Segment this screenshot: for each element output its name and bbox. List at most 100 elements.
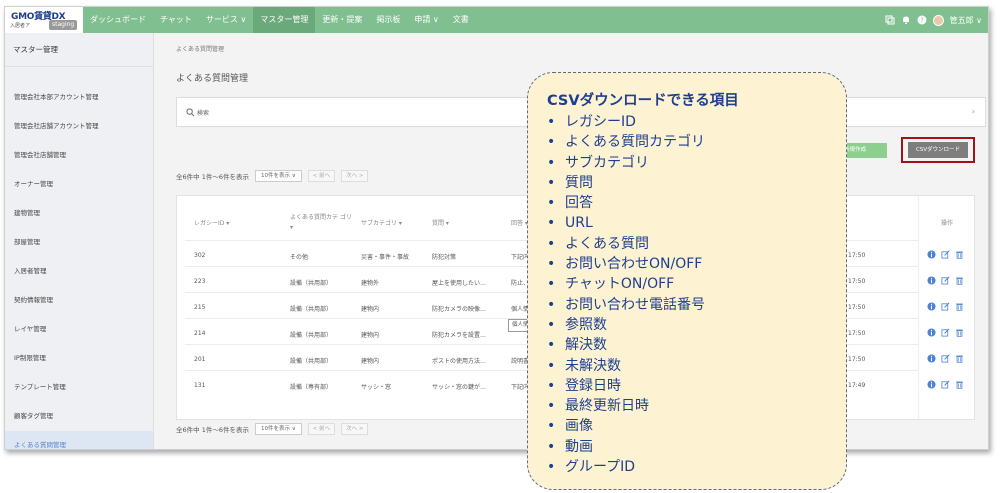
info-icon[interactable] [927,276,936,285]
sidebar-item-contracts[interactable]: 契約情報管理 [5,286,153,315]
info-icon[interactable] [927,328,936,337]
cell-id: 201 [194,356,206,363]
list-item: • お問い合わせ電話番号 [547,296,705,313]
info-icon[interactable] [927,380,936,389]
nav-service[interactable]: サービス ∨ [199,7,253,33]
sidebar: マスター管理 管理会社本部アカウント管理 管理会社店舗アカウント管理 管理会社店… [5,33,154,449]
cell-id: 214 [194,330,206,337]
list-item: • サブカテゴリ [547,154,649,171]
edit-icon[interactable] [941,328,950,337]
nav-board[interactable]: 掲示板 [369,7,407,33]
page-size-select[interactable]: 10件を表示 ∨ [254,170,302,182]
nav-dashboard[interactable]: ダッシュボード [83,7,153,33]
cell-updated-time: 17:49 [848,382,866,389]
page-size-select[interactable]: 10件を表示 ∨ [254,423,302,435]
sidebar-item-rooms[interactable]: 部屋管理 [5,228,153,257]
cell-id: 302 [194,252,206,259]
sidebar-item-buildings[interactable]: 建物管理 [5,199,153,228]
edit-icon[interactable] [941,302,950,311]
sidebar-list: 管理会社本部アカウント管理 管理会社店舗アカウント管理 管理会社店舗管理 オーナ… [5,83,153,449]
window-icon[interactable] [885,15,895,25]
cell-category: 設備（共用部） [290,358,333,365]
trash-icon[interactable] [955,380,964,389]
next-button[interactable]: 次へ > [341,423,369,435]
cell-updated-time: 17:50 [848,330,866,337]
sidebar-title: マスター管理 [5,33,153,67]
edit-icon[interactable] [941,276,950,285]
info-icon[interactable] [927,302,936,311]
sidebar-item-ip-limits[interactable]: IP制限管理 [5,344,153,373]
edit-icon[interactable] [941,380,950,389]
sidebar-item-layers[interactable]: レイヤ管理 [5,315,153,344]
cell-subcategory: 建物内 [361,306,380,313]
breadcrumb[interactable]: よくある質問管理 [176,44,224,53]
trash-icon[interactable] [955,250,964,259]
info-icon[interactable] [927,250,936,259]
top-nav: GMO賃貸DX 入居者ア staging ダッシュボード チャット サービス ∨… [5,7,988,33]
list-item: • 動画 [547,438,593,455]
cell-subcategory: サッシ・窓 [361,384,392,391]
nav-renewal[interactable]: 更新・提案 [315,7,369,33]
cell-category: 設備（専有部） [290,384,333,391]
col-answer[interactable]: 回答 ▾ [511,219,528,229]
info-icon[interactable] [927,354,936,363]
list-item: • よくある質問 [547,235,649,252]
row-actions [927,276,964,285]
cell-question: サッシ・窓の鍵が… [432,384,487,391]
cell-question: 防犯カメラを設置… [432,332,487,339]
edit-icon[interactable] [941,250,950,259]
cell-question: ポストの使用方法… [432,358,487,365]
cell-id: 131 [194,382,206,389]
list-item: • URL [547,215,593,232]
sidebar-item-owners[interactable]: オーナー管理 [5,170,153,199]
trash-icon[interactable] [955,302,964,311]
user-name[interactable]: 管五郎 ∨ [950,15,982,26]
trash-icon[interactable] [955,276,964,285]
row-actions [927,328,964,337]
callout-title: CSVダウンロードできる項目 [547,93,739,109]
prev-button[interactable]: < 前へ [307,423,336,435]
sidebar-item-residents[interactable]: 入居者管理 [5,257,153,286]
list-item: • 最終更新日時 [547,398,649,415]
trash-icon[interactable] [955,354,964,363]
sidebar-item-hq-accounts[interactable]: 管理会社本部アカウント管理 [5,83,153,112]
sidebar-item-stores[interactable]: 管理会社店舗管理 [5,141,153,170]
cell-id: 215 [194,304,206,311]
help-icon[interactable]: ? [917,15,927,25]
logo-subtext: 入居者ア [10,23,31,29]
col-category[interactable]: よくある質問カテ ゴリ ▾ [290,213,352,233]
pager-bottom: 全6件中 1件～6件を表示 10件を表示 ∨ < 前へ 次へ > [176,422,369,436]
cell-subcategory: 建物内 [361,358,380,365]
nav-chat[interactable]: チャット [153,7,199,33]
edit-icon[interactable] [941,354,950,363]
cell-question: 屋上を使用したい… [432,280,487,287]
list-item: • 質問 [547,174,593,191]
col-legacy-id[interactable]: レガシーID ▾ [194,219,229,229]
col-question[interactable]: 質問 ▾ [432,219,449,229]
next-button[interactable]: 次へ > [341,170,369,182]
cell-subcategory: 建物内 [361,332,380,339]
cell-updated-time: 17:50 [848,304,866,311]
chevron-right-icon[interactable]: › [972,107,975,116]
cell-id: 223 [194,278,206,285]
csv-field-list: • レガシーID • よくある質問カテゴリ • サブカテゴリ • 質問 • 回答 • URL… [547,112,846,477]
sidebar-item-store-accounts[interactable]: 管理会社店舗アカウント管理 [5,112,153,141]
logo[interactable]: GMO賃貸DX 入居者ア staging [5,7,83,33]
cell-updated-time: 17:50 [848,252,866,259]
env-badge: staging [49,20,78,30]
cell-category: 設備（共用部） [290,332,333,339]
nav-master[interactable]: マスター管理 [253,7,316,33]
col-subcategory[interactable]: サブカテゴリ ▾ [361,219,402,229]
nav-documents[interactable]: 文書 [446,7,476,33]
result-count: 全6件中 1件～6件を表示 [176,426,249,434]
sidebar-item-customer-tags[interactable]: 顧客タグ管理 [5,402,153,431]
sidebar-item-faq[interactable]: よくある質問管理 [5,431,153,449]
bell-icon[interactable] [901,15,911,25]
avatar[interactable] [932,14,944,26]
nav-application[interactable]: 申請 ∨ [407,7,445,33]
prev-button[interactable]: < 前へ [307,170,336,182]
sidebar-item-templates[interactable]: テンプレート管理 [5,373,153,402]
trash-icon[interactable] [955,328,964,337]
csv-download-button[interactable]: CSVダウンロード [908,142,968,158]
nav-right: ? 管五郎 ∨ [885,7,982,33]
